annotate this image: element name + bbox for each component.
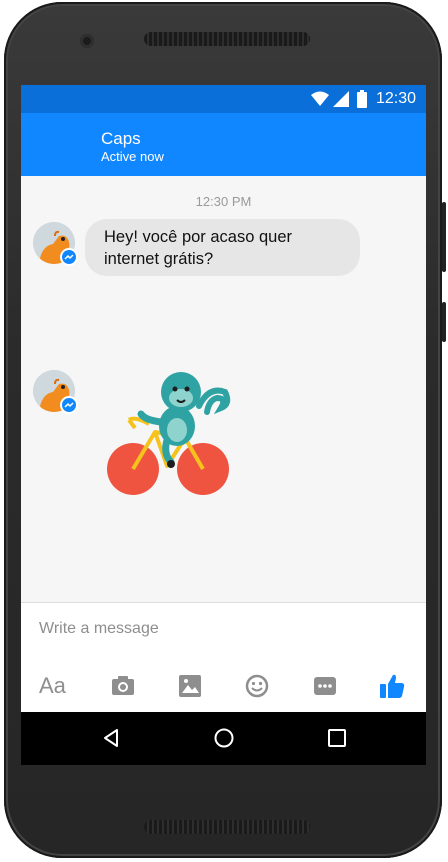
screen: 12:30 Caps Active now 12:30 PM Hey! você…	[21, 85, 426, 765]
message-bubble[interactable]: Hey! você por acaso quer internet grátis…	[85, 219, 360, 276]
avatar[interactable]	[33, 222, 78, 266]
camera-icon[interactable]	[108, 671, 138, 701]
front-camera	[80, 34, 94, 48]
like-thumbs-up-icon[interactable]	[377, 671, 407, 701]
text-format-button[interactable]: Aa	[39, 671, 69, 701]
bottom-speaker	[144, 820, 310, 834]
contact-status: Active now	[101, 149, 164, 164]
wifi-icon	[311, 91, 329, 106]
message-timestamp: 12:30 PM	[195, 194, 252, 209]
status-time: 12:30	[375, 90, 416, 107]
emoji-icon[interactable]	[242, 671, 272, 701]
message-input[interactable]: Write a message	[39, 620, 159, 638]
battery-icon	[357, 90, 367, 108]
chat-header: Caps Active now	[21, 113, 426, 176]
composer-toolbar: Aa	[21, 671, 426, 701]
home-icon[interactable]	[212, 726, 236, 750]
status-bar: 12:30	[21, 85, 426, 113]
more-options-icon[interactable]	[310, 671, 340, 701]
gallery-icon[interactable]	[175, 671, 205, 701]
android-nav-bar	[21, 712, 426, 765]
volume-button	[442, 202, 446, 272]
back-icon[interactable]	[99, 726, 123, 750]
conversation-area[interactable]: 12:30 PM Hey! você por acaso quer intern…	[21, 176, 426, 602]
message-line: internet grátis?	[104, 250, 214, 268]
messenger-badge-icon	[60, 248, 78, 266]
avatar[interactable]	[33, 370, 78, 414]
message-line: Hey! você por acaso quer	[104, 228, 293, 246]
power-button	[442, 302, 446, 342]
recents-icon[interactable]	[325, 726, 349, 750]
contact-name[interactable]: Caps	[101, 129, 141, 149]
signal-icon	[333, 91, 349, 107]
monkey-bicycle-sticker[interactable]	[105, 368, 231, 496]
messenger-badge-icon	[60, 396, 78, 414]
top-speaker	[144, 32, 310, 46]
